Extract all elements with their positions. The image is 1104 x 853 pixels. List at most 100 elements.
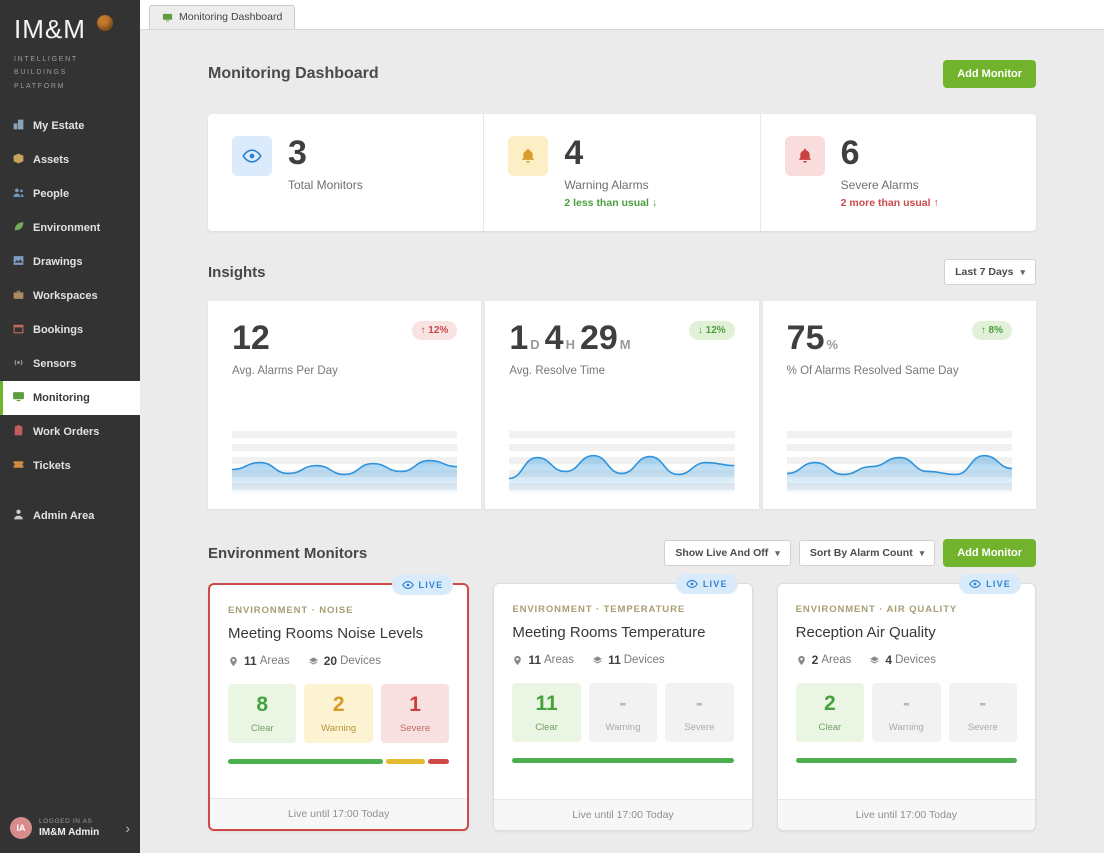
logo-title: IM&M (14, 14, 86, 44)
devices-meta: 4 Devices (869, 653, 936, 667)
unit-percent: % (826, 337, 838, 352)
sidebar-item-environment[interactable]: Environment (0, 211, 140, 245)
sidebar-item-drawings[interactable]: Drawings (0, 245, 140, 279)
devices-icon (308, 656, 319, 667)
sidebar-item-label: My Estate (33, 120, 84, 132)
clear-statbox: 8 Clear (228, 684, 296, 743)
arrow-down-icon: ↓ (652, 197, 657, 209)
insight-card-resolve-time: 1 D 4 H 29 M ↓ 12% Avg. Resolve Time (485, 301, 758, 509)
live-badge: LIVE (392, 575, 454, 595)
page-title: Monitoring Dashboard (208, 65, 379, 83)
severe-count: - (949, 693, 1017, 714)
areas-label: Areas (544, 654, 574, 666)
areas-meta: 2 Areas (796, 653, 852, 667)
insight-top: 12 ↑ 12% (232, 321, 457, 355)
sidebar-item-monitoring[interactable]: Monitoring (0, 381, 140, 415)
insight-top: 1 D 4 H 29 M ↓ 12% (509, 321, 734, 355)
sidebar-item-tickets[interactable]: Tickets (0, 449, 140, 483)
insight-label: % Of Alarms Resolved Same Day (787, 365, 1012, 377)
location-pin-icon (228, 656, 239, 667)
clear-label: Clear (796, 722, 864, 733)
insight-number: 4 (545, 321, 564, 355)
severe-label: Severe (381, 723, 449, 734)
trend-text: 2 more than usual (841, 197, 931, 209)
user-name: IM&M Admin (39, 827, 118, 838)
sidebar-item-sensors[interactable]: Sensors (0, 347, 140, 381)
insights-row: 12 ↑ 12% Avg. Alarms Per Day (208, 301, 1036, 509)
monitor-icon (12, 390, 25, 406)
monitor-card-air-quality[interactable]: LIVE ENVIRONMENT · AIR QUALITY Reception… (777, 583, 1036, 831)
warning-count: - (872, 693, 940, 714)
trend-badge: ↑ 12% (412, 321, 458, 340)
clear-count: 2 (796, 693, 864, 714)
sidebar-item-admin-area[interactable]: Admin Area (0, 499, 140, 533)
severe-label: Severe (949, 722, 1017, 733)
sidebar-item-label: Admin Area (33, 510, 94, 522)
live-badge: LIVE (959, 574, 1021, 594)
chevron-down-icon: ▾ (775, 548, 780, 559)
sparkline-chart (509, 431, 734, 493)
sidebar-item-work-orders[interactable]: Work Orders (0, 415, 140, 449)
monitor-footer: Live until 17:00 Today (210, 798, 467, 829)
add-monitor-button-secondary[interactable]: Add Monitor (943, 539, 1036, 567)
monitor-card-body: ENVIRONMENT · AIR QUALITY Reception Air … (778, 584, 1035, 799)
devices-count: 20 (324, 654, 337, 668)
sort-dropdown[interactable]: Sort By Alarm Count ▾ (799, 540, 935, 566)
add-monitor-button[interactable]: Add Monitor (943, 60, 1036, 88)
sort-value: Sort By Alarm Count (810, 547, 913, 559)
sidebar-item-label: Work Orders (33, 426, 99, 438)
tab-monitoring-dashboard[interactable]: Monitoring Dashboard (149, 5, 295, 29)
monitor-card-noise[interactable]: LIVE ENVIRONMENT · NOISE Meeting Rooms N… (208, 583, 469, 831)
logo-subtitle-line1: INTELLIGENT BUILDINGS (14, 53, 128, 80)
user-menu[interactable]: IA LOGGED IN AS IM&M Admin › (0, 805, 140, 853)
monitor-category: ENVIRONMENT · TEMPERATURE (512, 604, 733, 615)
areas-label: Areas (260, 655, 290, 667)
monitor-card-temperature[interactable]: LIVE ENVIRONMENT · TEMPERATURE Meeting R… (493, 583, 752, 831)
insight-value: 12 (232, 321, 270, 355)
areas-meta: 11 Areas (512, 653, 574, 667)
severe-count: - (665, 693, 733, 714)
sidebar-item-assets[interactable]: Assets (0, 143, 140, 177)
arrow-up-icon: ↑ (933, 197, 938, 209)
date-range-dropdown[interactable]: Last 7 Days ▾ (944, 259, 1036, 285)
sidebar-item-label: Drawings (33, 256, 83, 268)
devices-count: 4 (885, 653, 892, 667)
main-area: Monitoring Dashboard Monitoring Dashboar… (140, 0, 1104, 853)
insight-card-resolved-same-day: 75 % ↑ 8% % Of Alarms Resolved Same Day (763, 301, 1036, 509)
sidebar-item-people[interactable]: People (0, 177, 140, 211)
status-distribution-bar (796, 758, 1017, 763)
trend-badge: ↓ 12% (689, 321, 735, 340)
eye-icon (402, 579, 414, 591)
eye-icon (969, 578, 981, 590)
sidebar-item-label: Sensors (33, 358, 76, 370)
status-distribution-bar (512, 758, 733, 763)
monitors-header: Environment Monitors Show Live And Off ▾… (208, 539, 1036, 567)
sensor-icon (12, 356, 25, 372)
sidebar-item-my-estate[interactable]: My Estate (0, 109, 140, 143)
stat-body: 3 Total Monitors (288, 136, 363, 209)
monitor-category: ENVIRONMENT · NOISE (228, 605, 449, 616)
logged-in-as-label: LOGGED IN AS (39, 818, 118, 825)
sidebar-item-workspaces[interactable]: Workspaces (0, 279, 140, 313)
stat-value: 6 (841, 136, 939, 170)
monitor-tab-icon (162, 12, 173, 23)
stat-trend-note: 2 more than usual ↑ (841, 197, 939, 209)
clear-label: Clear (228, 723, 296, 734)
insight-label: Avg. Resolve Time (509, 365, 734, 377)
logo-subtitle-line2: PLATFORM (14, 80, 128, 93)
location-pin-icon (796, 655, 807, 666)
live-filter-dropdown[interactable]: Show Live And Off ▾ (664, 540, 790, 566)
devices-icon (592, 655, 603, 666)
clear-statbox: 2 Clear (796, 683, 864, 742)
bell-icon (508, 136, 548, 176)
logo-subtitle: INTELLIGENT BUILDINGS PLATFORM (0, 45, 140, 93)
stat-trend-note: 2 less than usual ↓ (564, 197, 657, 209)
severe-statbox: - Severe (949, 683, 1017, 742)
chevron-down-icon: ▾ (920, 548, 925, 559)
devices-meta: 20 Devices (308, 654, 381, 668)
insight-card-alarms-per-day: 12 ↑ 12% Avg. Alarms Per Day (208, 301, 481, 509)
trend-text: 2 less than usual (564, 197, 649, 209)
stat-severe-alarms: 6 Severe Alarms 2 more than usual ↑ (760, 114, 1036, 231)
chevron-down-icon: ▾ (1020, 267, 1025, 278)
sidebar-item-bookings[interactable]: Bookings (0, 313, 140, 347)
